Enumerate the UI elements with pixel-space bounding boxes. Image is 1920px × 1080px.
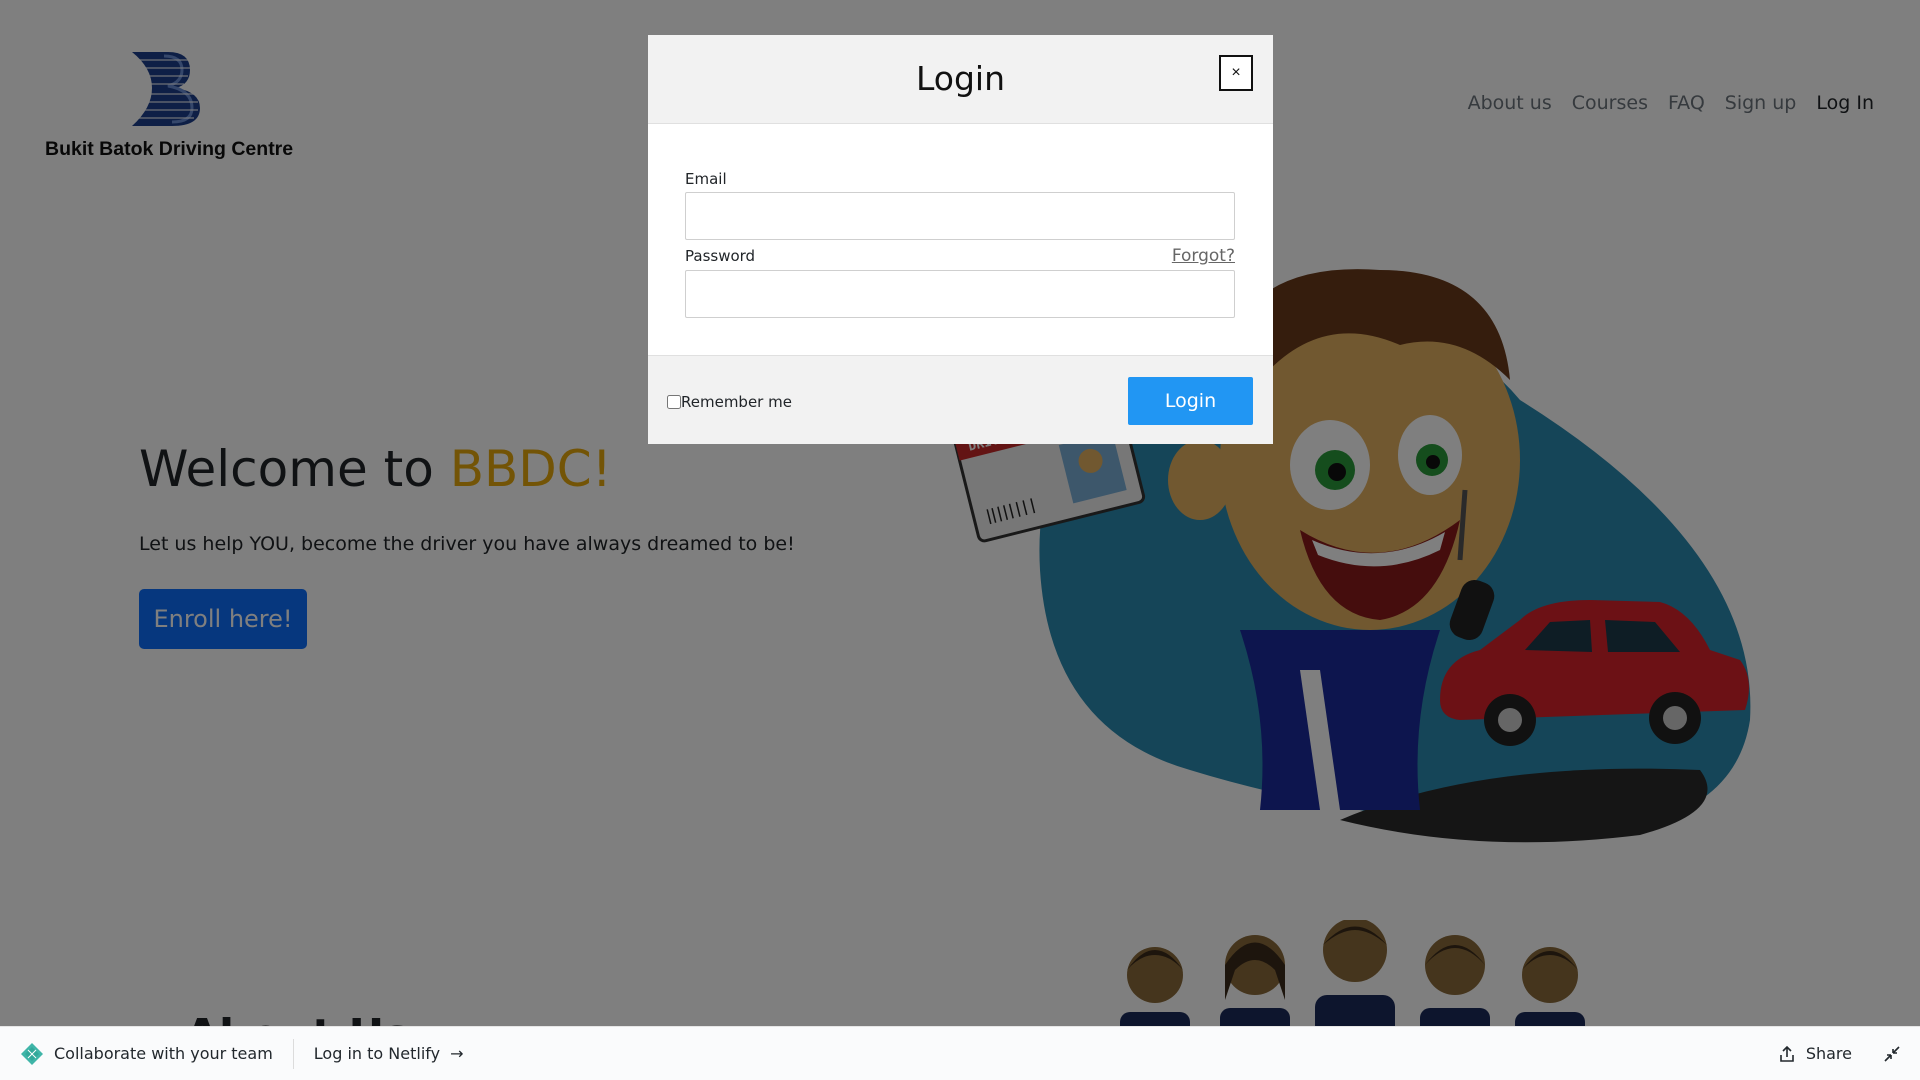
share-button[interactable]: Share <box>1778 1044 1852 1063</box>
remember-me[interactable]: Remember me <box>667 393 792 411</box>
collapse-icon[interactable] <box>1882 1044 1902 1064</box>
netlify-login-label: Log in to Netlify <box>313 1044 441 1063</box>
remember-me-checkbox[interactable] <box>667 395 681 409</box>
share-label: Share <box>1805 1044 1852 1063</box>
email-label: Email <box>685 170 727 188</box>
netlify-login-link[interactable]: Log in to Netlify → <box>314 1044 464 1063</box>
password-field[interactable] <box>685 270 1235 318</box>
forgot-password-link[interactable]: Forgot? <box>1172 246 1235 266</box>
arrow-right-icon: → <box>450 1043 464 1063</box>
netlify-bar-actions: Share <box>1778 1044 1902 1064</box>
netlify-logo-icon <box>21 1042 43 1065</box>
email-field[interactable] <box>685 192 1235 240</box>
netlify-drawer-bar: Collaborate with your team Log in to Net… <box>0 1026 1920 1080</box>
collaborate-link[interactable]: Collaborate with your team <box>20 1038 294 1069</box>
login-submit-button[interactable]: Login <box>1128 377 1253 425</box>
login-modal: Login × Email Password Forgot? Remember … <box>648 35 1273 444</box>
modal-footer: Remember me Login <box>648 355 1273 444</box>
close-button[interactable]: × <box>1219 55 1253 91</box>
modal-header: Login × <box>648 35 1273 124</box>
modal-title: Login <box>915 59 1006 98</box>
remember-me-label: Remember me <box>681 393 792 411</box>
share-icon <box>1780 1045 1794 1062</box>
password-label: Password <box>685 247 756 265</box>
collaborate-label: Collaborate with your team <box>54 1044 273 1063</box>
